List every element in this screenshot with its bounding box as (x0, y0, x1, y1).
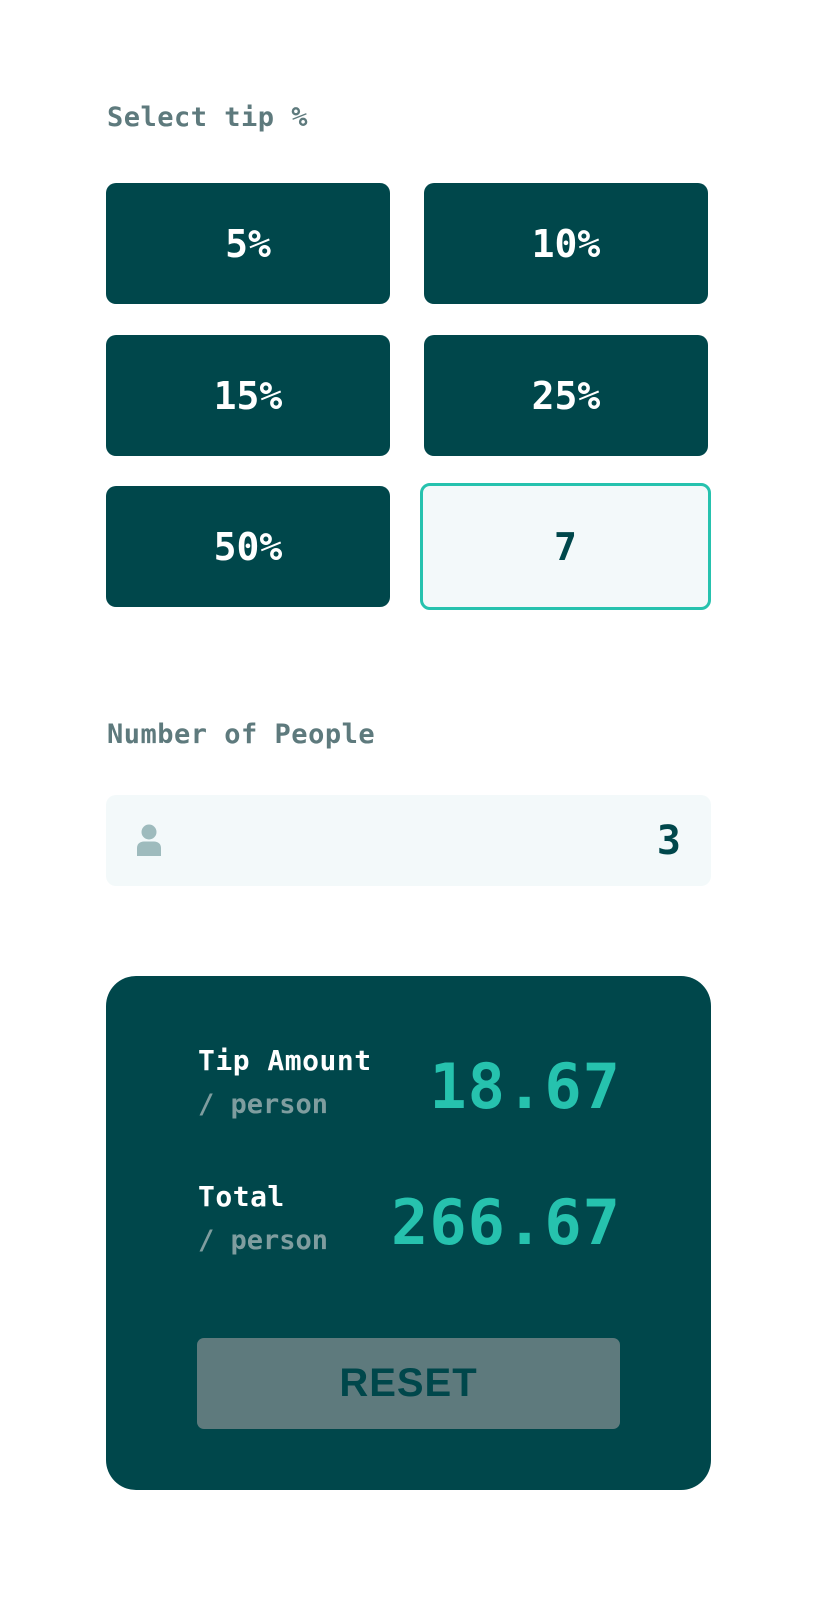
total-title: Total (198, 1180, 285, 1213)
person-icon (137, 824, 161, 856)
total-per-person-label: / person (198, 1225, 329, 1256)
total-value: 266.67 (391, 1186, 621, 1259)
people-field (106, 795, 711, 886)
people-input[interactable] (261, 795, 681, 886)
reset-button[interactable]: RESET (197, 1338, 620, 1429)
select-tip-label: Select tip % (107, 102, 309, 133)
number-of-people-label: Number of People (107, 719, 376, 750)
result-panel: Tip Amount / person 18.67 Total / person… (106, 976, 711, 1490)
tip-5-button[interactable]: 5% (106, 183, 390, 304)
tip-10-button[interactable]: 10% (424, 183, 708, 304)
tip-amount-title: Tip Amount (198, 1044, 372, 1077)
tip-15-button[interactable]: 15% (106, 335, 390, 456)
tip-amount-value: 18.67 (429, 1050, 621, 1123)
custom-tip-input[interactable] (420, 483, 711, 610)
tip-amount-per-person-label: / person (198, 1089, 329, 1120)
tip-25-button[interactable]: 25% (424, 335, 708, 456)
tip-50-button[interactable]: 50% (106, 486, 390, 607)
